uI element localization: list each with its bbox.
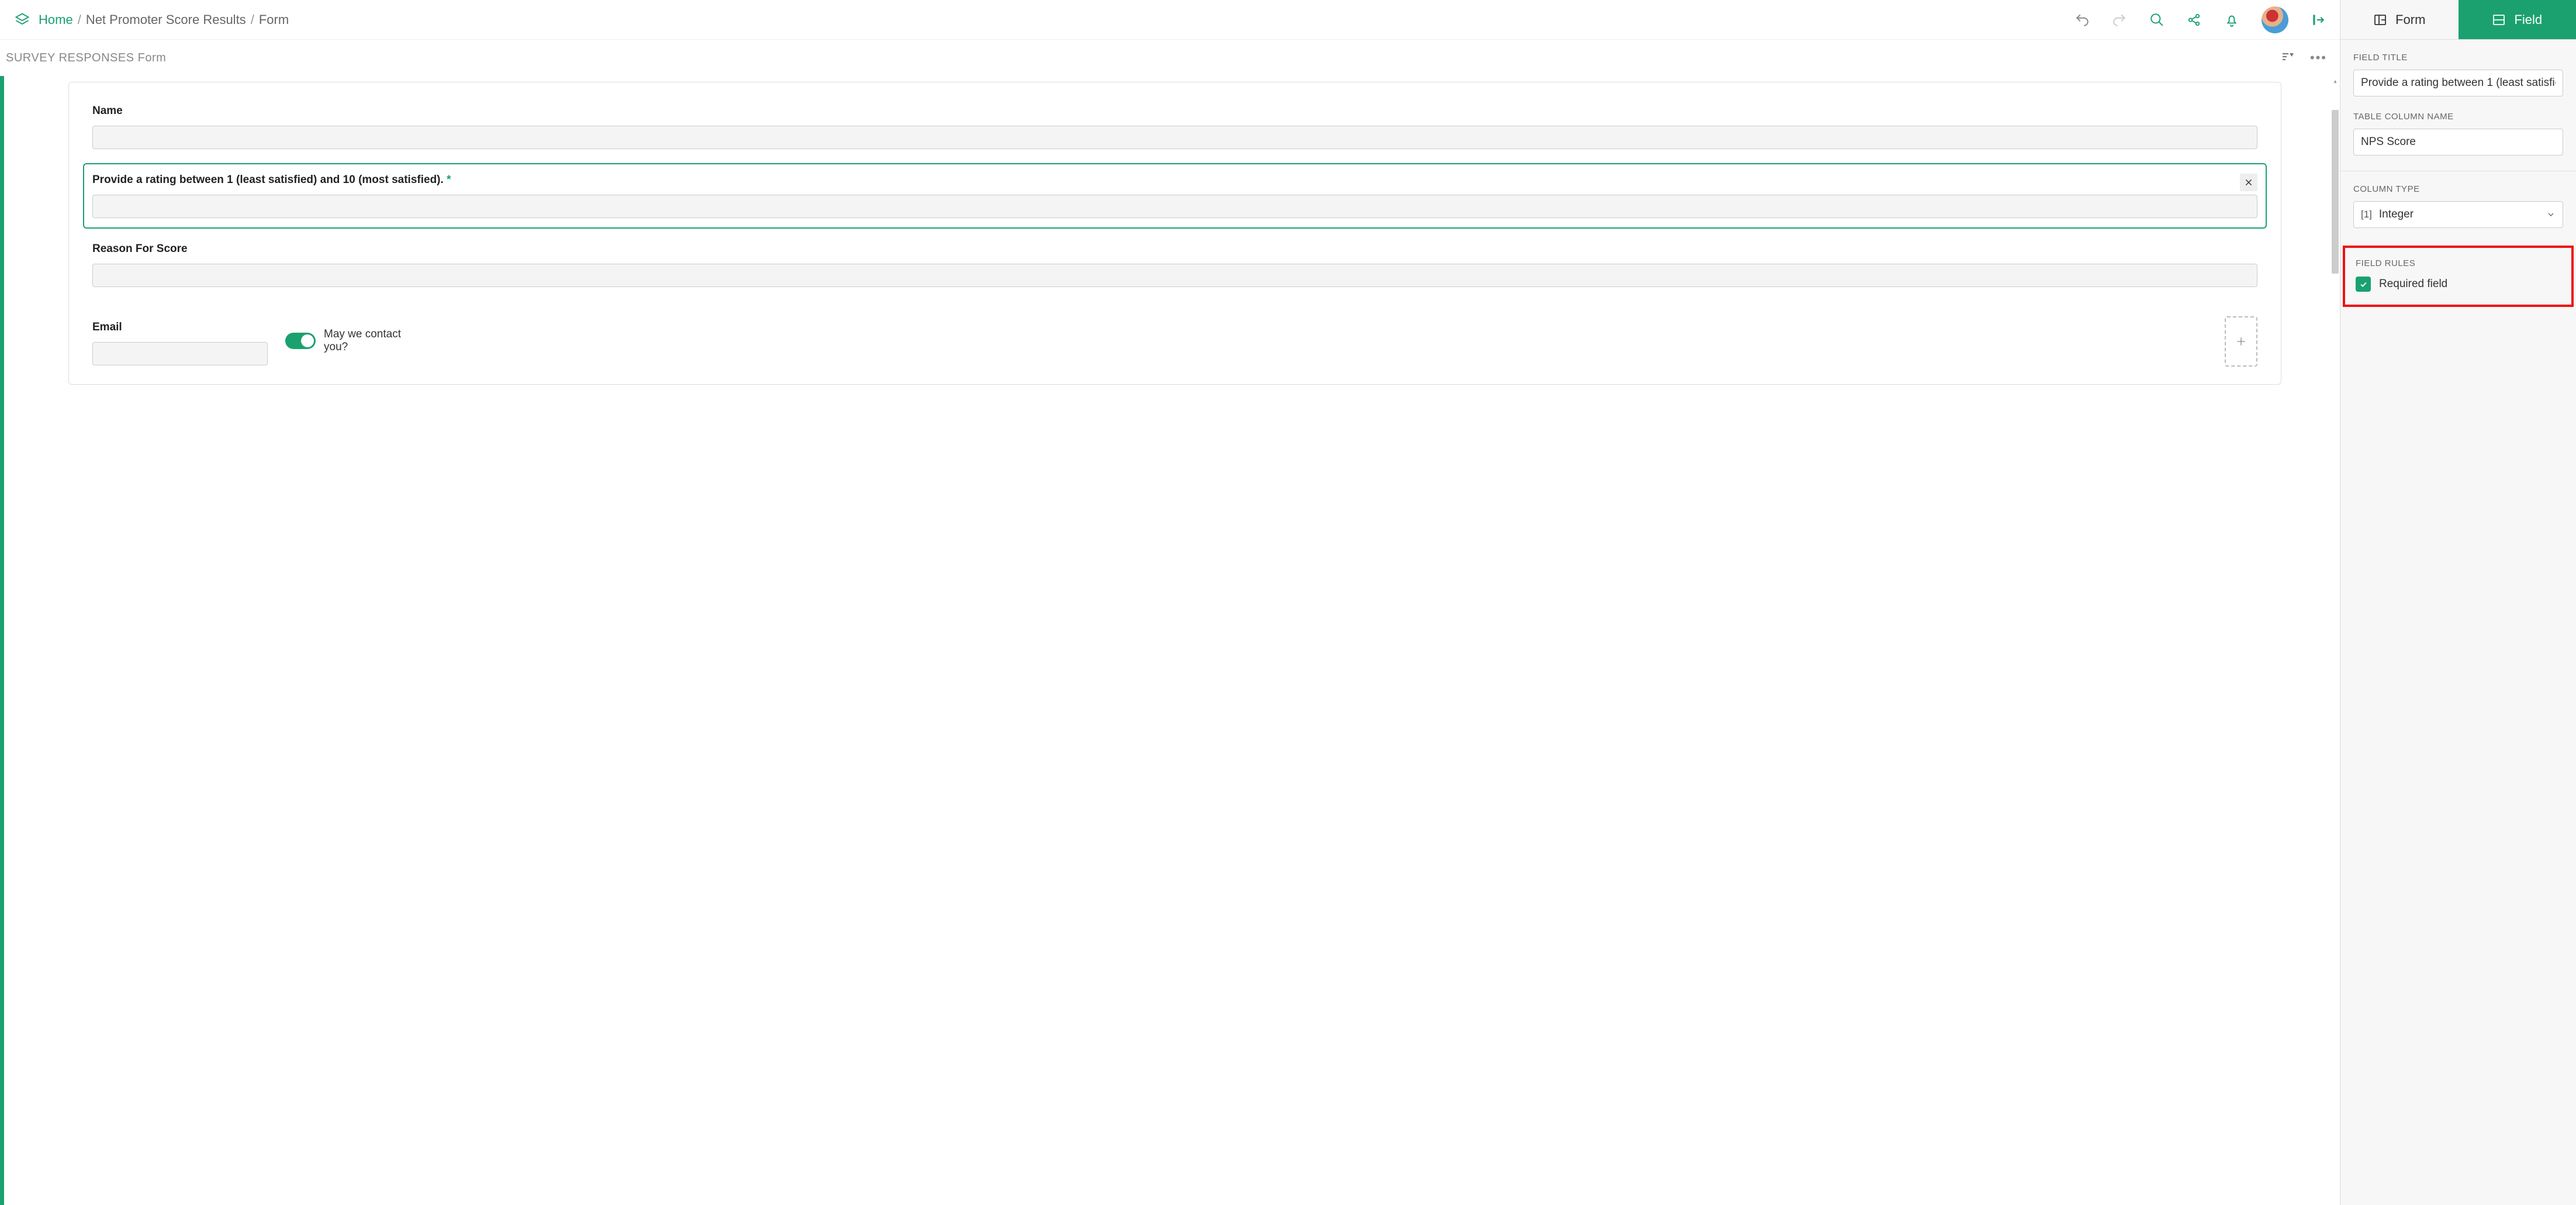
reason-input[interactable]: [92, 264, 2257, 287]
tab-form[interactable]: Form: [2340, 0, 2459, 40]
breadcrumb-mid[interactable]: Net Promoter Score Results: [86, 12, 246, 27]
type-value: Integer: [2379, 208, 2414, 221]
close-icon[interactable]: [2240, 174, 2257, 191]
field-label: Reason For Score: [92, 243, 2257, 255]
bell-icon[interactable]: [2224, 12, 2239, 27]
scrollbar[interactable]: [2332, 81, 2339, 1200]
tab-field[interactable]: Field: [2459, 0, 2576, 40]
field-title-input[interactable]: [2353, 70, 2563, 96]
field-tab-icon: [2492, 13, 2506, 27]
undo-icon[interactable]: [2074, 12, 2090, 27]
form-card: Name Provide a rating between 1 (least s…: [68, 82, 2281, 385]
column-name-label: TABLE COLUMN NAME: [2353, 112, 2563, 122]
required-star: *: [444, 174, 451, 186]
column-name-input[interactable]: [2353, 129, 2563, 156]
required-label: Required field: [2379, 278, 2447, 291]
rating-input[interactable]: [92, 195, 2257, 218]
breadcrumb-home[interactable]: Home: [39, 12, 73, 27]
contact-toggle[interactable]: [285, 333, 316, 349]
panel-body: FIELD TITLE TABLE COLUMN NAME COLUMN TYP…: [2340, 40, 2576, 307]
form-field-contact[interactable]: May we contact you?: [285, 305, 2207, 354]
avatar[interactable]: [2262, 6, 2288, 33]
type-badge: [1]: [2361, 209, 2372, 220]
form-tab-icon: [2373, 13, 2387, 27]
page-title: SURVEY RESPONSES Form: [6, 51, 2274, 65]
search-icon[interactable]: [2149, 12, 2164, 27]
top-bar: Home / Net Promoter Score Results / Form: [0, 0, 2340, 40]
field-label: Provide a rating between 1 (least satisf…: [92, 174, 2234, 187]
right-panel: Form Field FIELD TITLE TABLE COLUMN NAME…: [2340, 0, 2576, 1205]
breadcrumb-last: Form: [259, 12, 289, 27]
field-rules-label: FIELD RULES: [2356, 258, 2561, 268]
breadcrumb-sep: /: [78, 12, 81, 27]
breadcrumb: Home / Net Promoter Score Results / Form: [39, 12, 2074, 27]
field-label: Email: [92, 321, 268, 334]
toggle-label: May we contact you?: [324, 328, 423, 354]
scrollbar-thumb[interactable]: [2332, 110, 2339, 274]
panel-tabs: Form Field: [2340, 0, 2576, 40]
required-field-row[interactable]: Required field: [2356, 277, 2561, 292]
sub-header: SURVEY RESPONSES Form •••: [0, 40, 2340, 76]
column-type-label: COLUMN TYPE: [2353, 184, 2563, 194]
field-title-label: FIELD TITLE: [2353, 53, 2563, 63]
form-field-rating-selected[interactable]: Provide a rating between 1 (least satisf…: [83, 163, 2267, 229]
topbar-actions: [2074, 6, 2326, 33]
filter-icon[interactable]: [2281, 51, 2295, 65]
form-field-name[interactable]: Name: [92, 105, 2257, 149]
exit-icon[interactable]: [2311, 12, 2326, 27]
selection-indicator: [0, 76, 4, 1205]
column-type-select[interactable]: [1] Integer: [2353, 201, 2563, 228]
breadcrumb-sep: /: [251, 12, 254, 27]
field-rules-highlight: FIELD RULES Required field: [2343, 246, 2574, 307]
name-input[interactable]: [92, 126, 2257, 149]
add-field-dropzone[interactable]: [2225, 316, 2257, 367]
redo-icon[interactable]: [2112, 12, 2127, 27]
chevron-down-icon: [2546, 210, 2556, 219]
required-checkbox[interactable]: [2356, 277, 2371, 292]
form-scroll-area[interactable]: Name Provide a rating between 1 (least s…: [4, 76, 2340, 1205]
field-label: Name: [92, 105, 2257, 118]
email-input[interactable]: [92, 342, 268, 365]
form-field-reason[interactable]: Reason For Score: [92, 243, 2257, 287]
form-canvas: Name Provide a rating between 1 (least s…: [0, 76, 2340, 1205]
app-logo-icon: [14, 12, 30, 28]
share-icon[interactable]: [2187, 12, 2202, 27]
form-field-email[interactable]: Email: [92, 305, 268, 365]
more-menu-icon[interactable]: •••: [2302, 50, 2335, 65]
form-bottom-row: Email May we contact you?: [92, 305, 2257, 367]
